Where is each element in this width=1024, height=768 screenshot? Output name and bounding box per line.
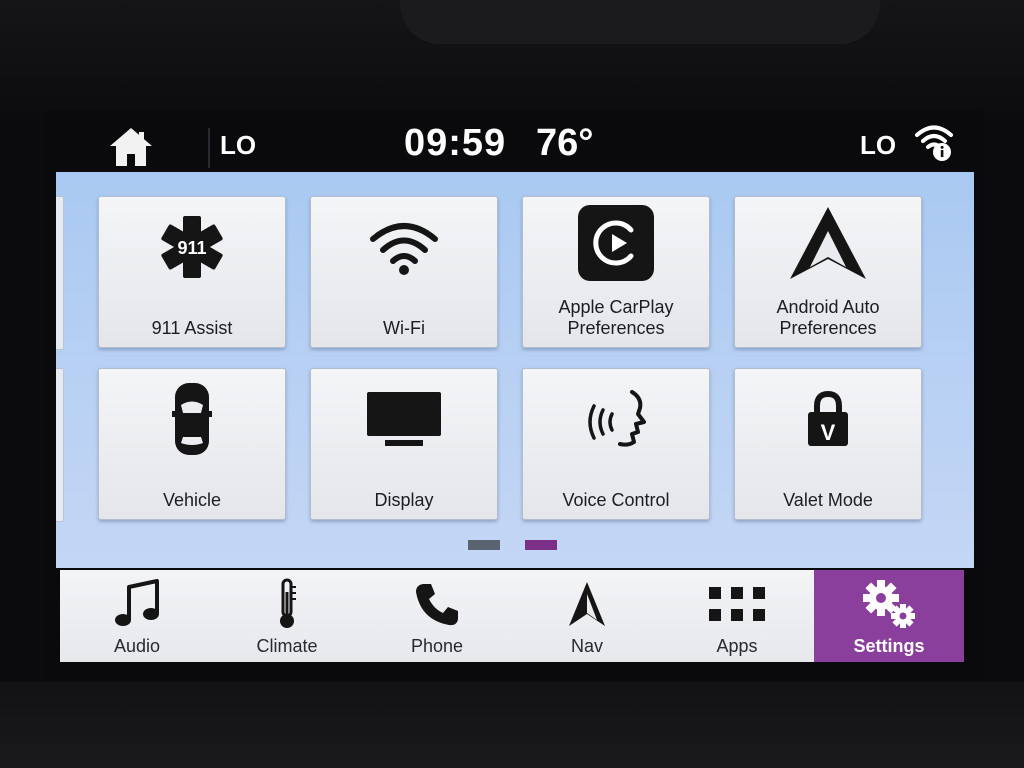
home-icon[interactable] [108, 126, 154, 168]
bezel-bottom [0, 682, 1024, 768]
status-divider [208, 128, 210, 168]
page-dot-2-active[interactable] [525, 540, 557, 550]
tile-wifi[interactable]: Wi-Fi [310, 196, 498, 348]
settings-grid-area: 911 911 Assist Wi-Fi Apple CarPlay Prefe… [56, 172, 974, 568]
tile-label: Vehicle [162, 490, 222, 510]
phone-icon [416, 584, 458, 626]
previous-page-tile-edge[interactable] [56, 368, 64, 522]
nav-label: Phone [410, 636, 464, 656]
tile-display[interactable]: Display [310, 368, 498, 520]
driver-temp[interactable]: LO [220, 130, 256, 161]
svg-text:911: 911 [177, 238, 206, 258]
tile-label: 911 Assist [151, 318, 233, 338]
tile-label: Display [374, 490, 434, 510]
padlock-icon: V [808, 390, 848, 446]
nav-nav[interactable]: Nav [512, 570, 662, 662]
tile-android-auto-preferences[interactable]: Android Auto Preferences [734, 196, 922, 348]
nav-settings[interactable]: Settings [814, 570, 964, 662]
nav-label: Nav [570, 636, 603, 656]
nav-phone[interactable]: Phone [362, 570, 512, 662]
monitor-icon [367, 392, 441, 446]
nav-arrow-icon [569, 582, 605, 626]
previous-page-tile-edge[interactable] [56, 196, 64, 350]
bottom-nav: Audio Climate Phone Nav Apps Settings [60, 570, 964, 662]
car-top-view-icon [172, 383, 212, 455]
apps-grid-icon [709, 587, 765, 621]
tile-voice-control[interactable]: Voice Control [522, 368, 710, 520]
nav-audio[interactable]: Audio [62, 570, 212, 662]
clock: 09:59 [404, 122, 507, 164]
android-auto-icon [790, 207, 866, 279]
bezel-notch [400, 0, 880, 44]
wifi-icon [370, 223, 438, 275]
page-dot-1[interactable] [468, 540, 500, 550]
tile-label: Valet Mode [783, 490, 873, 510]
nav-climate[interactable]: Climate [212, 570, 362, 662]
gears-icon [863, 580, 915, 628]
nav-label: Apps [716, 636, 758, 656]
nav-label: Settings [853, 636, 925, 656]
tile-label: Voice Control [562, 490, 670, 510]
carplay-icon [578, 205, 654, 281]
page-indicator [56, 540, 974, 552]
outside-temp: 76° [536, 122, 594, 164]
tile-label: Apple CarPlay Preferences [558, 297, 674, 338]
tile-label: Android Auto Preferences [776, 297, 880, 338]
voice-speaking-icon [588, 390, 646, 447]
svg-text:V: V [821, 420, 836, 445]
wifi-info-icon[interactable] [914, 122, 954, 162]
passenger-temp[interactable]: LO [860, 130, 896, 161]
tile-label: Wi-Fi [383, 318, 425, 338]
music-note-icon [115, 579, 159, 626]
nav-apps[interactable]: Apps [662, 570, 812, 662]
tile-vehicle[interactable]: Vehicle [98, 368, 286, 520]
tile-911-assist[interactable]: 911 911 Assist [98, 196, 286, 348]
tile-apple-carplay-preferences[interactable]: Apple CarPlay Preferences [522, 196, 710, 348]
nav-label: Climate [256, 636, 318, 656]
nav-label: Audio [113, 636, 161, 656]
thermometer-icon [280, 578, 296, 628]
status-bar: LO 09:59 76° LO [56, 118, 976, 170]
star-of-life-911-icon: 911 [161, 216, 223, 278]
tile-valet-mode[interactable]: V Valet Mode [734, 368, 922, 520]
